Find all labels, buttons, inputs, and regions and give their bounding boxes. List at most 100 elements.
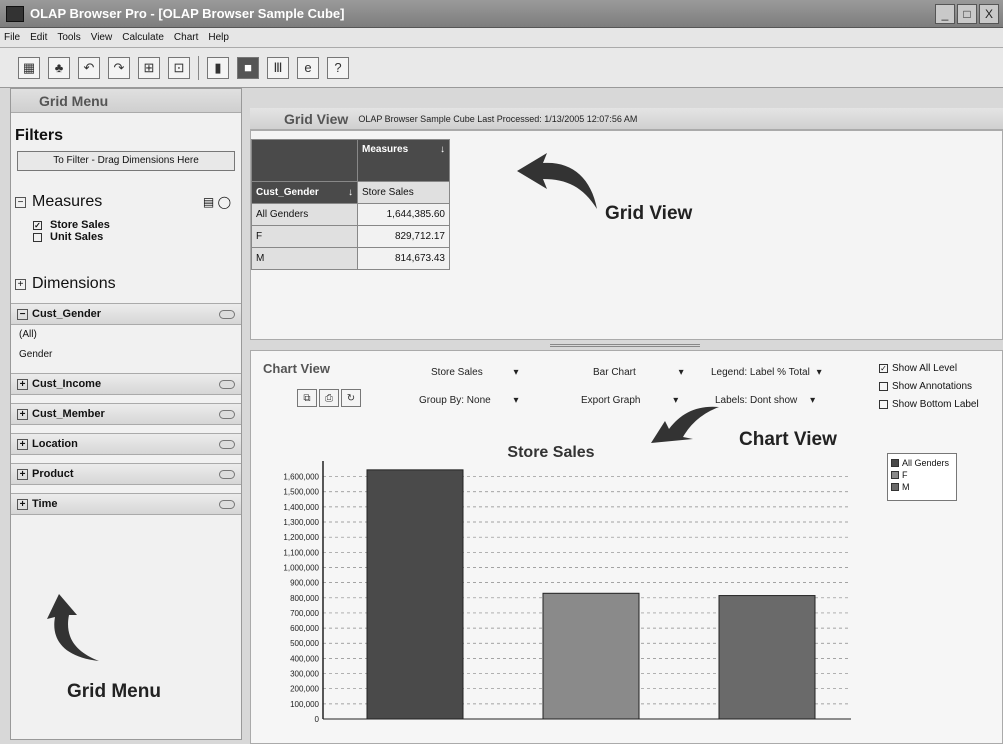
y-tick-label: 1,400,000 [283, 503, 319, 512]
e-icon[interactable]: e [297, 56, 319, 79]
cell-value[interactable]: 1,644,385.60 [357, 203, 450, 226]
legend-swatch [891, 483, 899, 491]
menu-edit[interactable]: Edit [30, 32, 47, 43]
row-header-label: Cust_Gender [256, 187, 319, 198]
y-tick-label: 1,600,000 [283, 473, 319, 482]
expand-icon[interactable]: + [17, 408, 28, 420]
expand-icon[interactable]: + [17, 498, 28, 510]
minimize-button[interactable]: _ [935, 4, 955, 24]
expand-icon[interactable]: + [17, 378, 28, 390]
bar [542, 592, 640, 720]
curved-arrow-icon [517, 153, 597, 209]
dimension-cust-income[interactable]: + Cust_Income [11, 373, 241, 395]
y-tick-label: 800,000 [290, 594, 319, 603]
maximize-button[interactable]: □ [957, 4, 977, 24]
menu-calculate[interactable]: Calculate [122, 32, 164, 43]
counter-icon[interactable]: ⊡ [168, 56, 190, 79]
grid-view-annotation: Grid View [605, 203, 693, 224]
grid-view-header: Grid View OLAP Browser Sample Cube Last … [250, 108, 1003, 130]
measure-label: Store Sales [50, 219, 110, 231]
menu-view[interactable]: View [91, 32, 113, 43]
splitter-handle[interactable] [550, 344, 700, 347]
expand-icon[interactable]: + [17, 468, 28, 480]
row-label[interactable]: F [251, 225, 358, 248]
measures-header[interactable]: Measures ↓ [357, 139, 450, 182]
legend-item: All Genders [891, 457, 953, 469]
menu-help[interactable]: Help [208, 32, 229, 43]
filter-drop-zone[interactable]: To Filter - Drag Dimensions Here [17, 151, 235, 171]
grid-icon[interactable]: ▦ [18, 56, 40, 79]
dimension-member[interactable]: (All) [11, 325, 241, 345]
expand-icon[interactable]: + [17, 438, 28, 450]
menu-file[interactable]: File [4, 32, 20, 43]
sort-arrow-icon[interactable]: ↓ [348, 187, 353, 198]
menu-bar: File Edit Tools View Calculate Chart Hel… [0, 28, 1003, 48]
close-button[interactable]: X [979, 4, 999, 24]
grid-view-title: Grid View [284, 110, 349, 127]
measures-section[interactable]: − Measures ▤ ◯ [11, 193, 241, 211]
measure-store-sales[interactable]: ✓ Store Sales [11, 219, 241, 231]
toggle-icon[interactable] [219, 310, 235, 319]
row-label[interactable]: M [251, 247, 358, 270]
window-controls: _ □ X [935, 4, 999, 24]
dimension-label: Cust_Member [32, 408, 105, 420]
dimension-label: Cust_Income [32, 378, 102, 390]
expand-icon[interactable]: + [15, 278, 26, 290]
y-tick-label: 700,000 [290, 609, 319, 618]
bar-chart-icon[interactable]: ▮ [207, 56, 229, 79]
checkbox-icon[interactable]: ✓ [33, 220, 42, 230]
menu-chart[interactable]: Chart [174, 32, 198, 43]
grid-menu-annotation: Grid Menu [67, 681, 161, 702]
dimensions-title: Dimensions [32, 275, 116, 292]
columns-icon[interactable]: Ⅲ [267, 56, 289, 79]
toolbar: ▦ ♣ ↶ ↷ ⊞ ⊡ ▮ ■ Ⅲ e ? [0, 48, 1003, 88]
toggle-icon[interactable] [219, 380, 235, 389]
menu-tools[interactable]: Tools [57, 32, 80, 43]
chart-legend: All Genders F M [887, 453, 957, 501]
cell-value[interactable]: 814,673.43 [357, 247, 450, 270]
dimension-product[interactable]: + Product [11, 463, 241, 485]
tree-icon[interactable]: ♣ [48, 56, 70, 79]
dimension-cust-gender[interactable]: − Cust_Gender [11, 303, 241, 325]
y-tick-label: 400,000 [290, 654, 319, 663]
collapse-icon[interactable]: − [17, 308, 28, 320]
dimension-cust-member[interactable]: + Cust_Member [11, 403, 241, 425]
y-tick-label: 900,000 [290, 579, 319, 588]
toggle-icon[interactable] [219, 470, 235, 479]
square-icon[interactable]: ■ [237, 56, 259, 79]
expand-icon[interactable]: ⊞ [138, 56, 160, 79]
toggle-icon[interactable] [219, 500, 235, 509]
pivot-grid: Measures ↓ Cust_Gender ↓ Store Sales All… [251, 139, 450, 270]
checkbox-icon[interactable] [33, 232, 42, 242]
title-bar: OLAP Browser Pro - [OLAP Browser Sample … [0, 0, 1003, 28]
row-label[interactable]: All Genders [251, 203, 358, 226]
grid-view-area: Measures ↓ Cust_Gender ↓ Store Sales All… [250, 130, 1003, 340]
y-tick-label: 500,000 [290, 639, 319, 648]
y-tick-label: 1,200,000 [283, 533, 319, 542]
toolbar-separator [198, 55, 199, 80]
measure-unit-sales[interactable]: Unit Sales [11, 231, 241, 243]
dimension-location[interactable]: + Location [11, 433, 241, 455]
bar [718, 595, 816, 720]
dimension-member[interactable]: Gender [11, 345, 241, 365]
sort-arrow-icon[interactable]: ↓ [440, 144, 445, 155]
y-tick-label: 600,000 [290, 624, 319, 633]
calculator-icon[interactable]: ▤ ◯ [203, 195, 231, 209]
grid-menu-header: Grid Menu [11, 89, 241, 113]
dimension-time[interactable]: + Time [11, 493, 241, 515]
toggle-icon[interactable] [219, 440, 235, 449]
legend-label: M [902, 482, 910, 492]
dimensions-section[interactable]: + Dimensions [11, 275, 241, 293]
legend-label: All Genders [902, 458, 950, 468]
toggle-icon[interactable] [219, 410, 235, 419]
redo-icon[interactable]: ↷ [108, 56, 130, 79]
row-header[interactable]: Cust_Gender ↓ [251, 181, 358, 204]
measures-title: Measures [32, 193, 103, 210]
undo-icon[interactable]: ↶ [78, 56, 100, 79]
help-icon[interactable]: ? [327, 56, 349, 79]
column-header[interactable]: Store Sales [357, 181, 450, 204]
grid-view-info: OLAP Browser Sample Cube Last Processed:… [358, 113, 638, 124]
collapse-icon[interactable]: − [15, 196, 26, 208]
legend-item: M [891, 481, 953, 493]
cell-value[interactable]: 829,712.17 [357, 225, 450, 248]
